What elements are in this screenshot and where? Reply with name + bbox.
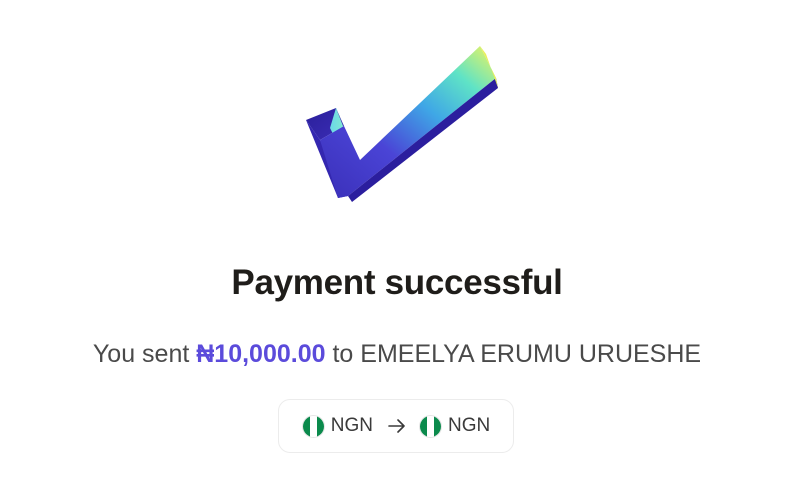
from-currency-code: NGN	[330, 415, 373, 436]
summary-middle: to	[325, 340, 361, 368]
recipient-name: EMEELYA ERUMU URUESHE	[360, 340, 702, 368]
currency-conversion-badge: NGN NGN	[278, 399, 514, 453]
arrow-right-icon	[388, 419, 405, 433]
to-currency-code: NGN	[448, 415, 491, 436]
payment-success-page: Payment successful You sent ₦10,000.00 t…	[0, 0, 786, 498]
nigeria-flag-icon	[301, 414, 325, 438]
nigeria-flag-icon	[419, 414, 442, 438]
page-title: Payment successful	[231, 263, 563, 302]
summary-prefix: You sent	[92, 340, 197, 368]
payment-summary: You sent ₦10,000.00 to EMEELYA ERUMU URU…	[0, 336, 786, 372]
sent-amount: ₦10,000.00	[196, 340, 326, 368]
success-checkmark-icon	[306, 46, 498, 202]
